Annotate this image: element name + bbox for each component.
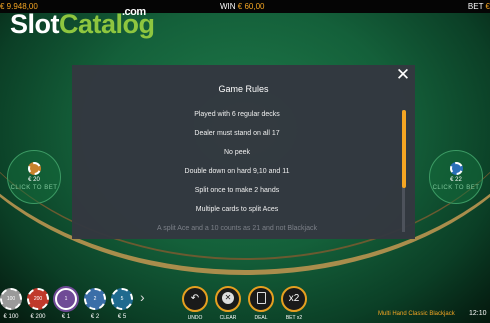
clear-button[interactable]: ✕ — [215, 286, 241, 312]
logo-slot: Slot — [10, 9, 60, 39]
win-display: WIN € 60,00 — [220, 2, 265, 11]
bet-spot-amount: € 22 — [450, 177, 462, 183]
bet-x2-button[interactable]: x2 — [281, 286, 307, 312]
undo-label: UNDO — [187, 315, 203, 321]
bet-value: € — [485, 2, 490, 11]
rule-item: Split once to make 2 hands — [194, 187, 280, 194]
game-name: Multi Hand Classic Blackjack — [378, 311, 455, 317]
click-to-bet-label: CLICK TO BET — [10, 185, 58, 191]
chip-label: € 100 — [3, 314, 19, 320]
win-label: WIN — [220, 2, 236, 11]
rule-item: A split Ace and a 10 counts as 21 and no… — [157, 225, 317, 232]
slotcatalog-logo: SlotCatalog .com — [10, 6, 155, 40]
clear-label: CLEAR — [219, 315, 237, 321]
bet-spot-chip-icon — [450, 162, 463, 175]
rule-item: Double down on hard 9,10 and 11 — [184, 168, 290, 175]
bet-spot-left[interactable]: € 20 CLICK TO BET — [7, 150, 61, 204]
win-value: € 60,00 — [237, 2, 265, 11]
deal-button[interactable] — [248, 286, 274, 312]
rule-item: No peek — [223, 149, 251, 156]
modal-title: Game Rules — [218, 84, 269, 94]
chip-1[interactable]: 1 — [55, 288, 77, 310]
bet-display: BET € — [468, 2, 490, 11]
chevron-right-icon[interactable]: › — [140, 289, 145, 305]
bet-spot-chip-icon — [28, 162, 41, 175]
bet-spot-right[interactable]: € 22 CLICK TO BET — [429, 150, 483, 204]
click-to-bet-label: CLICK TO BET — [432, 185, 480, 191]
bet-x2-label: BET x2 — [285, 315, 303, 321]
bottom-control-bar: 100 € 100 200 € 200 1 € 1 2 € 2 5 € 5 › … — [0, 283, 490, 323]
clear-icon: ✕ — [222, 292, 234, 305]
chip-label: € 1 — [61, 314, 71, 320]
chip-label: € 2 — [90, 314, 100, 320]
chip-label: € 5 — [117, 314, 127, 320]
rules-list: Played with 6 regular decks Dealer must … — [72, 110, 402, 243]
chip-label: € 200 — [30, 314, 46, 320]
chip-200[interactable]: 200 — [27, 288, 49, 310]
deal-icon — [256, 292, 266, 305]
undo-button[interactable]: ↶ — [182, 286, 208, 312]
bet-label: BET — [467, 2, 484, 11]
rule-item: Multiple cards to split Aces — [195, 206, 279, 213]
logo-dotcom: .com — [122, 6, 146, 18]
rule-item: Played with 6 regular decks — [194, 111, 280, 118]
rules-scrollbar-thumb[interactable] — [402, 110, 406, 188]
chip-100[interactable]: 100 — [0, 288, 22, 310]
deal-label: DEAL — [254, 315, 268, 321]
undo-icon: ↶ — [190, 293, 200, 304]
game-rules-modal: ✕ Game Rules Played with 6 regular decks… — [72, 65, 415, 239]
close-icon[interactable]: ✕ — [395, 66, 411, 83]
chip-5[interactable]: 5 — [111, 288, 133, 310]
bet-spot-amount: € 20 — [28, 177, 40, 183]
rule-item: Dealer must stand on all 17 — [194, 130, 280, 137]
chip-2[interactable]: 2 — [84, 288, 106, 310]
clock: 12:10 — [469, 310, 487, 317]
